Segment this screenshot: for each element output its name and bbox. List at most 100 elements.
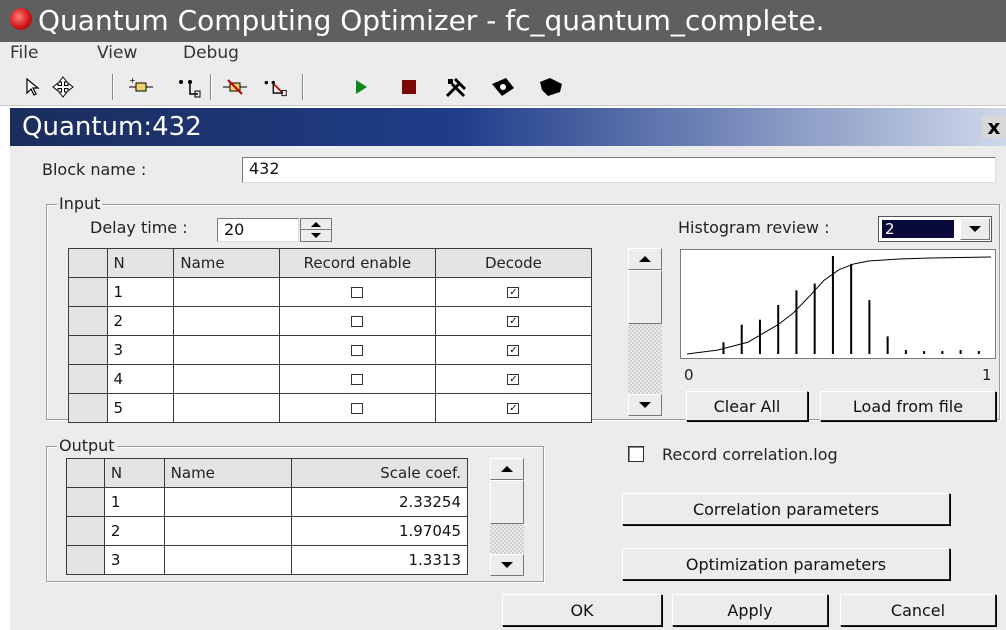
correlation-parameters-button[interactable]: Correlation parameters	[622, 493, 950, 525]
delay-time-input[interactable]: 20	[217, 218, 299, 242]
cell-n[interactable]: 5	[106, 393, 175, 423]
stop-icon[interactable]	[396, 74, 422, 100]
scroll-down-icon[interactable]	[490, 554, 524, 576]
table-row[interactable]: 3 ✓	[68, 335, 593, 365]
spin-down-icon[interactable]	[301, 230, 331, 241]
row-header[interactable]	[68, 393, 108, 423]
cell-n[interactable]: 3	[103, 545, 165, 575]
record-correlation-checkbox[interactable]	[628, 446, 644, 462]
record-enable-cell[interactable]	[278, 277, 436, 307]
decode-cell[interactable]: ✓	[434, 335, 593, 365]
cancel-button[interactable]: Cancel	[840, 594, 996, 626]
table-row[interactable]: 1 2.33254	[66, 487, 468, 517]
column-header-record-enable[interactable]: Record enable	[278, 248, 436, 278]
record-enable-checkbox[interactable]	[351, 403, 364, 414]
scroll-down-icon[interactable]	[628, 394, 662, 416]
scroll-track[interactable]	[628, 324, 662, 394]
row-header[interactable]	[66, 545, 105, 575]
table-row[interactable]: 5 ✓	[68, 393, 593, 423]
column-header-name[interactable]: Name	[163, 458, 293, 488]
cell-name[interactable]	[163, 487, 293, 517]
cell-name[interactable]	[173, 306, 280, 336]
output-table-scrollbar[interactable]	[490, 458, 524, 576]
remove-link-icon[interactable]	[262, 74, 288, 100]
decode-cell[interactable]: ✓	[434, 277, 593, 307]
cell-name[interactable]	[173, 364, 280, 394]
scroll-up-icon[interactable]	[628, 248, 662, 270]
spin-up-icon[interactable]	[301, 219, 331, 230]
add-block-icon[interactable]: +	[128, 74, 154, 100]
run-icon[interactable]	[348, 74, 374, 100]
cell-name[interactable]	[173, 335, 280, 365]
column-header-decode[interactable]: Decode	[434, 248, 593, 278]
column-header-name[interactable]: Name	[173, 248, 280, 278]
cell-name[interactable]	[163, 545, 293, 575]
cell-scale-coef[interactable]: 1.3313	[291, 545, 468, 575]
table-row[interactable]: 4 ✓	[68, 364, 593, 394]
row-header[interactable]	[66, 516, 105, 546]
row-header[interactable]	[66, 487, 105, 517]
cell-scale-coef[interactable]: 2.33254	[291, 487, 468, 517]
column-header-scale-coef[interactable]: Scale coef.	[291, 458, 468, 488]
block-name-input[interactable]: 432	[242, 157, 996, 183]
cell-n[interactable]: 1	[106, 277, 175, 307]
decode-cell[interactable]: ✓	[434, 393, 593, 423]
decode-cell[interactable]: ✓	[434, 306, 593, 336]
cell-name[interactable]	[173, 277, 280, 307]
cell-n[interactable]: 4	[106, 364, 175, 394]
column-header-n[interactable]: N	[103, 458, 165, 488]
scroll-thumb[interactable]	[628, 270, 662, 324]
record-enable-cell[interactable]	[278, 393, 436, 423]
flag-icon[interactable]	[538, 74, 564, 100]
record-enable-checkbox[interactable]	[351, 374, 364, 385]
pointer-icon[interactable]	[20, 74, 46, 100]
decode-checkbox[interactable]: ✓	[507, 316, 520, 327]
tools-icon[interactable]	[444, 74, 470, 100]
menu-debug[interactable]: Debug	[183, 42, 239, 64]
apply-button[interactable]: Apply	[672, 594, 828, 626]
move-icon[interactable]	[50, 74, 76, 100]
decode-checkbox[interactable]: ✓	[507, 374, 520, 385]
remove-block-icon[interactable]	[222, 74, 248, 100]
debug-icon[interactable]	[490, 74, 516, 100]
record-enable-checkbox[interactable]	[351, 316, 364, 327]
decode-checkbox[interactable]: ✓	[507, 287, 520, 298]
scroll-up-icon[interactable]	[490, 458, 524, 480]
row-header[interactable]	[68, 277, 108, 307]
record-enable-cell[interactable]	[278, 306, 436, 336]
menu-view[interactable]: View	[97, 42, 137, 64]
add-link-icon[interactable]	[176, 74, 202, 100]
cell-n[interactable]: 3	[106, 335, 175, 365]
close-icon[interactable]: x	[982, 116, 1006, 138]
cell-name[interactable]	[173, 393, 280, 423]
decode-checkbox[interactable]: ✓	[507, 345, 520, 356]
menu-file[interactable]: File	[10, 42, 38, 64]
record-enable-checkbox[interactable]	[351, 345, 364, 356]
decode-checkbox[interactable]: ✓	[507, 403, 520, 414]
histogram-review-select[interactable]: 2	[878, 216, 992, 242]
cell-n[interactable]: 1	[103, 487, 165, 517]
record-enable-cell[interactable]	[278, 335, 436, 365]
row-header[interactable]	[68, 335, 108, 365]
clear-all-button[interactable]: Clear All	[686, 391, 808, 421]
delay-time-spinner[interactable]	[300, 218, 332, 242]
chevron-down-icon[interactable]	[960, 218, 990, 240]
load-from-file-button[interactable]: Load from file	[820, 391, 996, 421]
row-header[interactable]	[68, 364, 108, 394]
input-table-scrollbar[interactable]	[628, 248, 662, 416]
cell-name[interactable]	[163, 516, 293, 546]
decode-cell[interactable]: ✓	[434, 364, 593, 394]
table-row[interactable]: 3 1.3313	[66, 545, 468, 575]
optimization-parameters-button[interactable]: Optimization parameters	[622, 548, 950, 580]
column-header-n[interactable]: N	[106, 248, 175, 278]
cell-n[interactable]: 2	[103, 516, 165, 546]
table-row[interactable]: 1 ✓	[68, 277, 593, 307]
scroll-thumb[interactable]	[490, 480, 524, 524]
cell-n[interactable]: 2	[106, 306, 175, 336]
record-enable-checkbox[interactable]	[351, 287, 364, 298]
row-header[interactable]	[68, 306, 108, 336]
scroll-track[interactable]	[490, 524, 524, 554]
table-row[interactable]: 2 ✓	[68, 306, 593, 336]
cell-scale-coef[interactable]: 1.97045	[291, 516, 468, 546]
record-enable-cell[interactable]	[278, 364, 436, 394]
